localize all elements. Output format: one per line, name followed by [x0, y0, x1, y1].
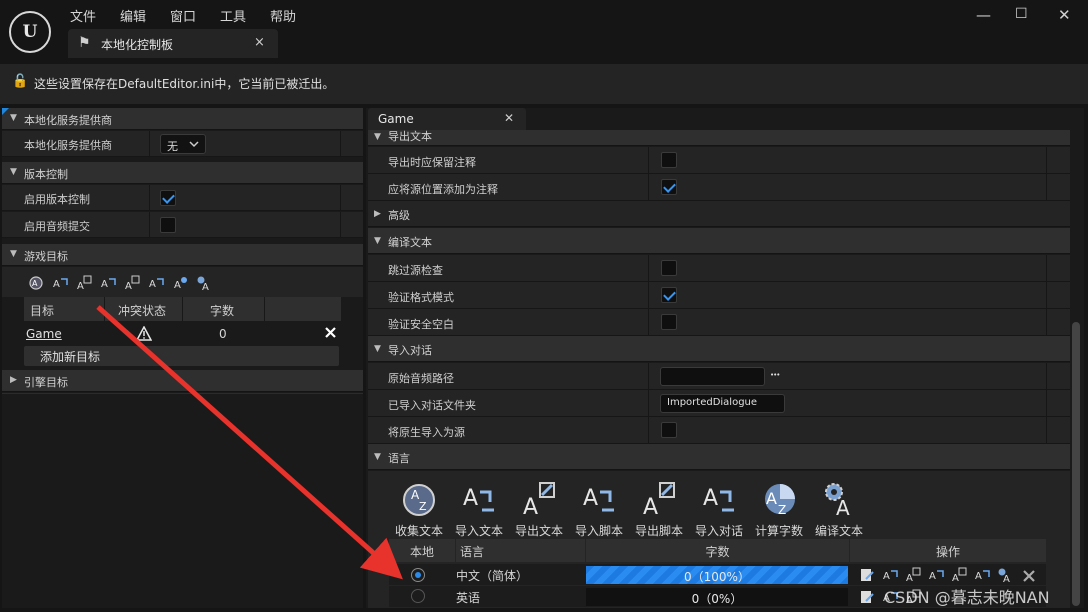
- annotation-arrow: [96, 305, 403, 580]
